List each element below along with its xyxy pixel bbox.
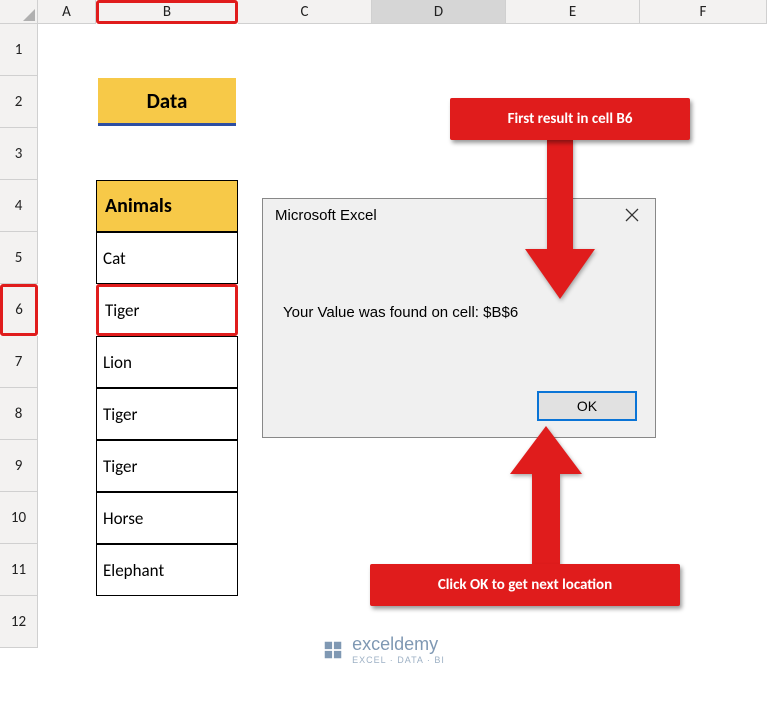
select-all-corner[interactable]: [0, 0, 38, 24]
row-header-7[interactable]: 7: [0, 336, 38, 388]
section-title-text: Data: [147, 88, 188, 114]
col-header-label: C: [301, 3, 309, 21]
watermark-brand: exceldemy: [352, 634, 438, 654]
row-header-9[interactable]: 9: [0, 440, 38, 492]
callout-arrow-up-icon: [510, 426, 582, 581]
callout-click-ok: Click OK to get next location: [370, 564, 680, 606]
col-header-e[interactable]: E: [506, 0, 640, 24]
row-header-label: 5: [15, 249, 23, 267]
ok-button[interactable]: OK: [537, 391, 637, 421]
col-header-a[interactable]: A: [38, 0, 96, 24]
row-header-label: 6: [15, 301, 23, 319]
row-header-label: 9: [15, 457, 23, 475]
cell-b8[interactable]: Tiger: [96, 388, 238, 440]
cell-value: Cat: [103, 248, 126, 269]
row-header-label: 2: [15, 93, 23, 111]
row-header-4[interactable]: 4: [0, 180, 38, 232]
callout-first-result: First result in cell B6: [450, 98, 690, 140]
row-header-label: 3: [15, 145, 23, 163]
cell-b6[interactable]: Tiger: [96, 284, 238, 336]
cell-b9[interactable]: Tiger: [96, 440, 238, 492]
col-header-c[interactable]: C: [238, 0, 372, 24]
row-header-8[interactable]: 8: [0, 388, 38, 440]
message-box: Microsoft Excel Your Value was found on …: [262, 198, 656, 438]
dialog-title: Microsoft Excel: [275, 207, 377, 224]
row-header-1[interactable]: 1: [0, 24, 38, 76]
cell-value: Horse: [103, 508, 143, 529]
exceldemy-logo-icon: [322, 639, 344, 661]
row-header-label: 1: [15, 41, 23, 59]
cell-b7[interactable]: Lion: [96, 336, 238, 388]
row-header-11[interactable]: 11: [0, 544, 38, 596]
row-header-3[interactable]: 3: [0, 128, 38, 180]
callout-arrow-down-icon: [525, 139, 595, 304]
row-header-label: 12: [11, 613, 26, 631]
watermark-sub: EXCEL · DATA · BI: [352, 655, 445, 665]
col-header-label: B: [163, 3, 171, 21]
col-header-b[interactable]: B: [96, 0, 238, 24]
col-header-label: E: [569, 3, 576, 21]
row-header-10[interactable]: 10: [0, 492, 38, 544]
row-header-6[interactable]: 6: [0, 284, 38, 336]
callout-text: First result in cell B6: [508, 110, 633, 128]
callout-text: Click OK to get next location: [438, 576, 612, 594]
watermark-text: exceldemy EXCEL · DATA · BI: [352, 634, 445, 665]
cell-value: Elephant: [103, 560, 164, 581]
cell-b11[interactable]: Elephant: [96, 544, 238, 596]
row-header-label: 11: [11, 561, 26, 579]
cell-value: Tiger: [103, 404, 137, 425]
row-header-label: 8: [15, 405, 23, 423]
row-header-label: 7: [15, 353, 23, 371]
cell-b5[interactable]: Cat: [96, 232, 238, 284]
ok-button-label: OK: [577, 398, 597, 414]
col-header-label: F: [700, 3, 707, 21]
close-icon: [625, 206, 639, 227]
row-header-label: 10: [11, 509, 26, 527]
dialog-close-button[interactable]: [609, 199, 655, 233]
section-title: Data: [98, 78, 236, 126]
row-header-label: 4: [15, 197, 23, 215]
col-header-f[interactable]: F: [640, 0, 767, 24]
table-header-text: Animals: [105, 194, 172, 218]
col-header-label: D: [434, 3, 443, 21]
cell-value: Tiger: [103, 456, 137, 477]
col-header-label: A: [62, 3, 71, 21]
table-header-cell[interactable]: Animals: [96, 180, 238, 232]
col-header-d[interactable]: D: [372, 0, 506, 24]
cell-b10[interactable]: Horse: [96, 492, 238, 544]
cell-value: Tiger: [105, 300, 139, 321]
row-header-5[interactable]: 5: [0, 232, 38, 284]
watermark: exceldemy EXCEL · DATA · BI: [0, 634, 767, 665]
row-header-2[interactable]: 2: [0, 76, 38, 128]
dialog-message: Your Value was found on cell: $B$6: [283, 304, 518, 321]
cell-value: Lion: [103, 352, 132, 373]
